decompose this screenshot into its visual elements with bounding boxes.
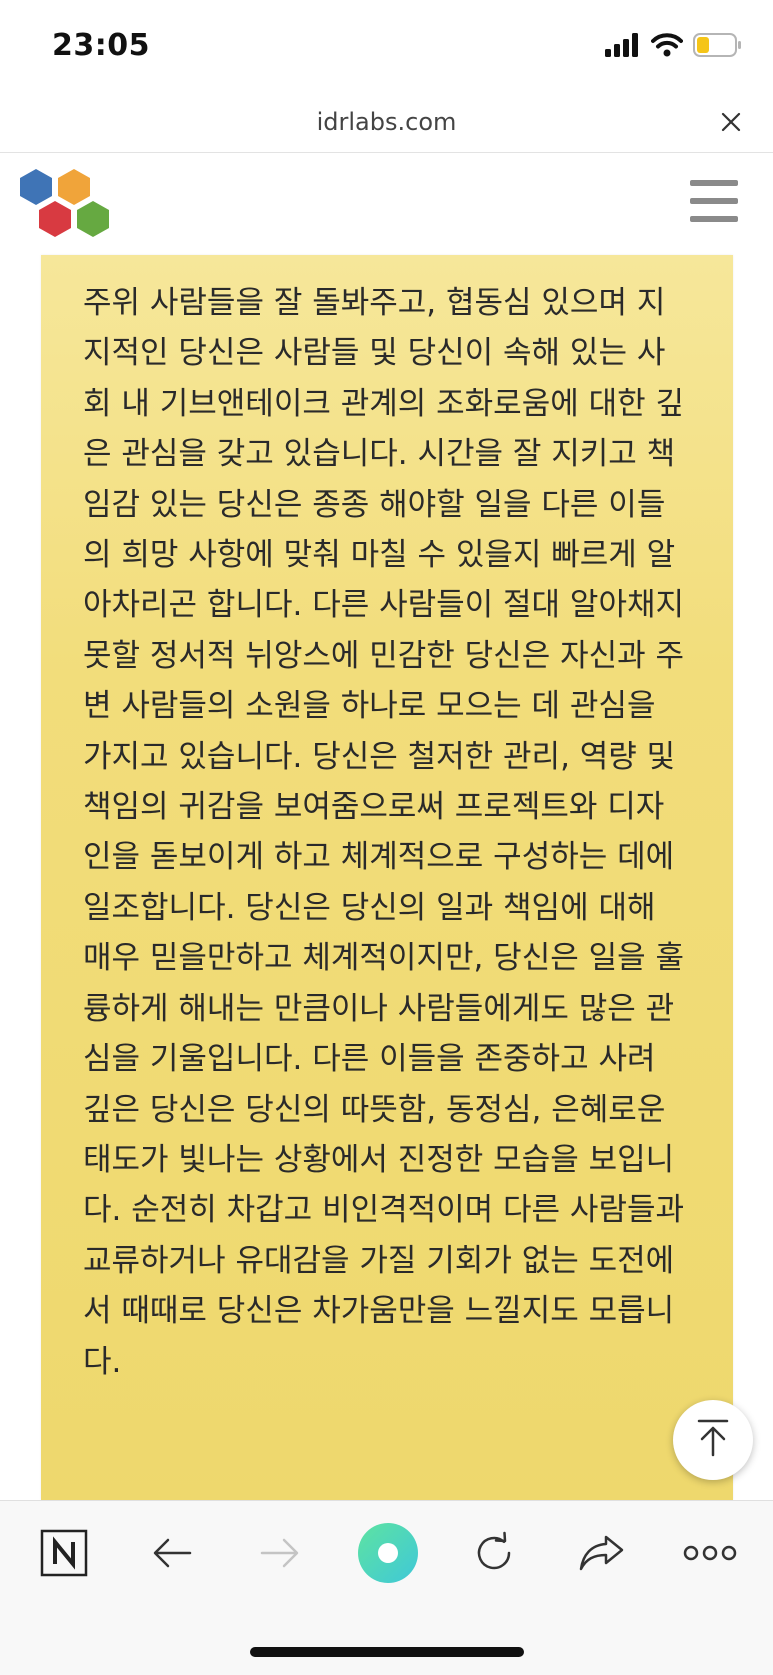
home-indicator[interactable] bbox=[250, 1647, 524, 1657]
menu-bar bbox=[690, 216, 738, 222]
n-app-button[interactable] bbox=[28, 1525, 100, 1585]
scroll-to-top-icon bbox=[695, 1418, 731, 1462]
forward-button[interactable] bbox=[244, 1525, 316, 1585]
close-icon bbox=[721, 112, 741, 136]
status-bar: 23:05 bbox=[0, 0, 773, 96]
scroll-to-top-button[interactable] bbox=[673, 1400, 753, 1480]
home-circle-icon bbox=[356, 1521, 420, 1589]
menu-bar bbox=[690, 180, 738, 186]
browser-toolbar bbox=[0, 1500, 773, 1675]
result-description-card: 주위 사람들을 잘 돌봐주고, 협동심 있으며 지지적인 당신은 사람들 및 당… bbox=[41, 255, 733, 1500]
n-app-icon bbox=[40, 1529, 88, 1581]
wifi-icon bbox=[651, 33, 683, 61]
reload-button[interactable] bbox=[458, 1525, 530, 1585]
menu-bar bbox=[690, 198, 738, 204]
home-button[interactable] bbox=[350, 1517, 426, 1593]
battery-icon bbox=[693, 33, 743, 61]
back-button[interactable] bbox=[136, 1525, 208, 1585]
more-dots-icon bbox=[683, 1543, 737, 1567]
hamburger-menu-button[interactable] bbox=[690, 180, 738, 222]
browser-url-bar: idrlabs.com bbox=[0, 96, 773, 153]
hexagon-logo-icon[interactable] bbox=[18, 167, 114, 245]
site-header bbox=[0, 153, 773, 255]
more-button[interactable] bbox=[674, 1525, 746, 1585]
close-button[interactable] bbox=[713, 106, 749, 142]
reload-icon bbox=[472, 1531, 516, 1579]
forward-arrow-icon bbox=[258, 1535, 302, 1575]
share-icon bbox=[578, 1533, 626, 1577]
result-description-text: 주위 사람들을 잘 돌봐주고, 협동심 있으며 지지적인 당신은 사람들 및 당… bbox=[83, 285, 685, 1380]
share-button[interactable] bbox=[566, 1525, 638, 1585]
status-icons bbox=[605, 32, 743, 62]
url-text[interactable]: idrlabs.com bbox=[0, 108, 773, 136]
back-arrow-icon bbox=[150, 1535, 194, 1575]
status-time: 23:05 bbox=[52, 28, 150, 63]
signal-icon bbox=[605, 33, 641, 61]
